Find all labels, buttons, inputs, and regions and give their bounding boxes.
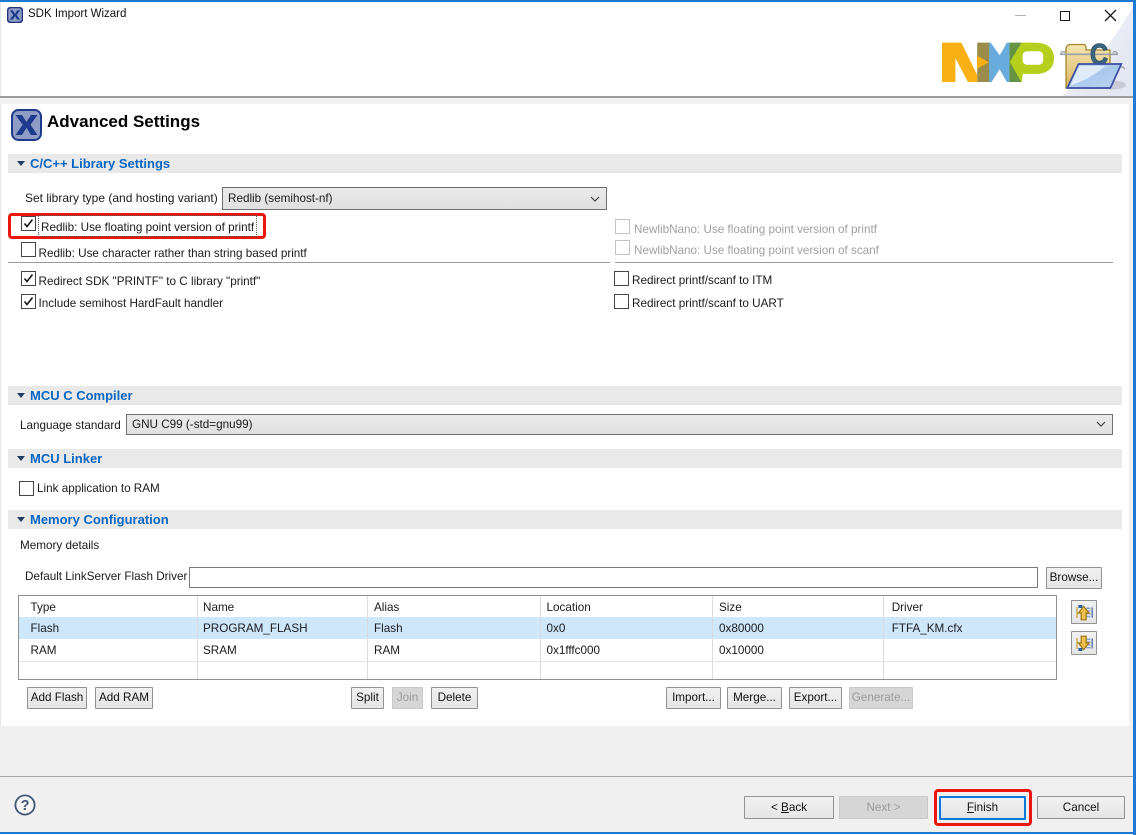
svg-text:?: ? (21, 798, 30, 814)
